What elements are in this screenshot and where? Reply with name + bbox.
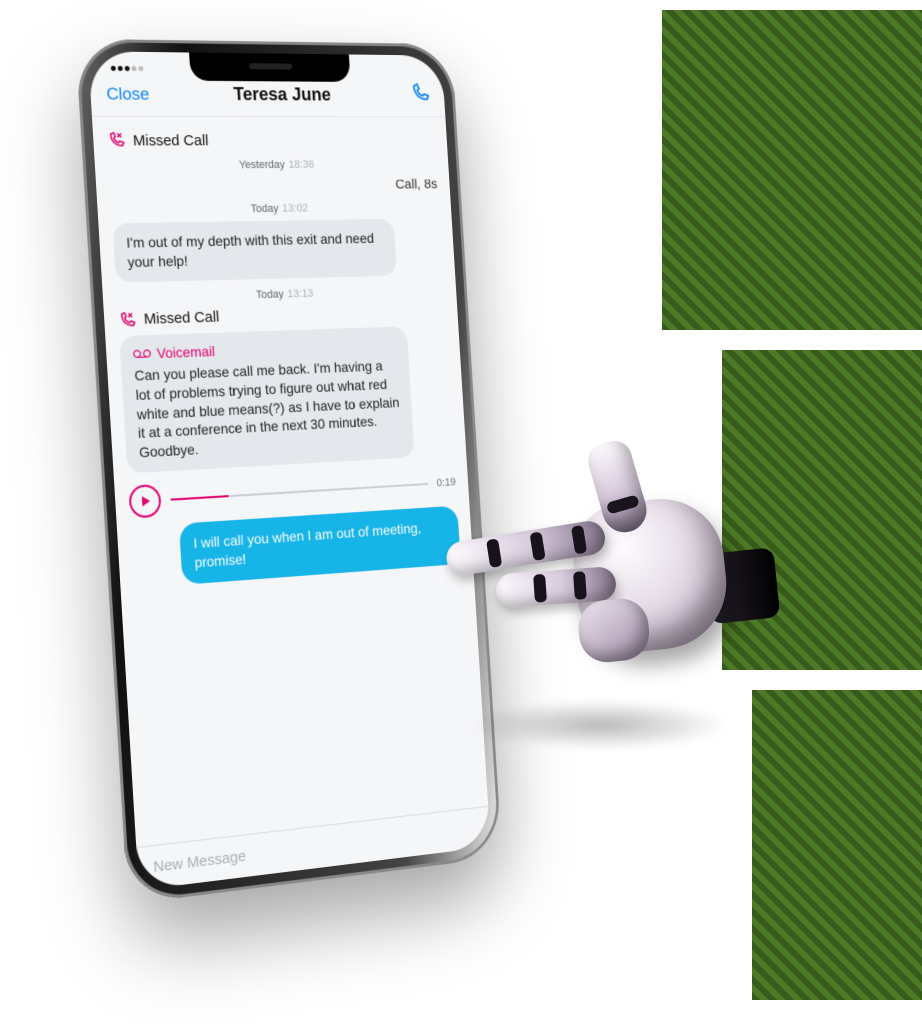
timestamp: Yesterday18:36 xyxy=(108,158,436,172)
play-button[interactable] xyxy=(128,484,162,519)
missed-call-icon xyxy=(107,131,126,149)
missed-call-icon xyxy=(118,311,137,330)
timestamp: Today13:02 xyxy=(111,201,439,217)
call-duration: Call, 8s xyxy=(395,176,438,192)
voicemail-label: Voicemail xyxy=(156,343,215,361)
outgoing-message[interactable]: I will call you when I am out of meeting… xyxy=(131,506,461,589)
voicemail-entry[interactable]: Voicemail Can you please call me back. I… xyxy=(119,325,454,474)
decor-panel xyxy=(662,10,922,330)
call-button[interactable] xyxy=(409,82,430,108)
robot-hand xyxy=(442,430,768,720)
robot-curled-fingers xyxy=(576,596,652,665)
close-button[interactable]: Close xyxy=(106,84,150,105)
decor-panel xyxy=(752,690,922,1000)
audio-scrubber[interactable] xyxy=(171,483,428,501)
compose-input[interactable]: New Message xyxy=(136,806,491,891)
contact-name: Teresa June xyxy=(233,84,331,105)
chat-scroll[interactable]: Missed Call Yesterday18:36 Call, 8s Toda… xyxy=(92,117,474,596)
incoming-message[interactable]: I'm out of my depth with this exit and n… xyxy=(112,218,442,282)
missed-call-label: Missed Call xyxy=(143,309,219,329)
missed-call-label: Missed Call xyxy=(132,132,208,149)
compose-placeholder: New Message xyxy=(153,848,247,877)
phone-screen: 3 4 Close Teresa June Missed Call Yester… xyxy=(88,51,491,890)
timestamp: Today13:13 xyxy=(117,284,445,305)
voicemail-icon xyxy=(133,347,151,360)
phone-mockup: 3 4 Close Teresa June Missed Call Yester… xyxy=(75,39,502,905)
outgoing-call-entry[interactable]: Call, 8s xyxy=(110,176,438,195)
message-bubble: I will call you when I am out of meeting… xyxy=(179,506,461,585)
missed-call-entry[interactable]: Missed Call xyxy=(107,131,435,150)
message-bubble: I'm out of my depth with this exit and n… xyxy=(112,219,397,283)
voicemail-transcript: Can you please call me back. I'm having … xyxy=(134,356,403,463)
phone-icon xyxy=(409,82,430,103)
signal-dots-icon xyxy=(110,60,145,75)
